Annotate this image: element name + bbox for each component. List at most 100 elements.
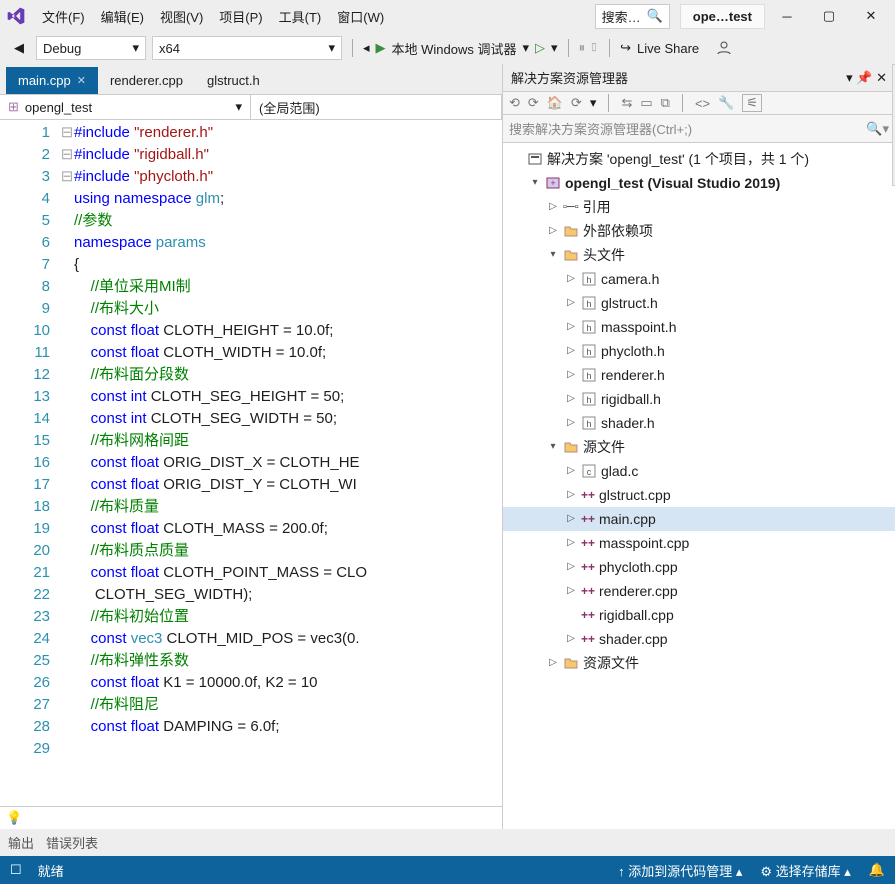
window-title: ope…test bbox=[680, 4, 765, 29]
start-debug-button[interactable]: ▶ bbox=[376, 40, 386, 56]
tree-item-renderer-h[interactable]: ▷hrenderer.h bbox=[503, 363, 895, 387]
code-icon[interactable]: <> bbox=[695, 96, 710, 111]
feedback-icon[interactable]: ☐ bbox=[10, 862, 22, 878]
menu-视图[interactable]: 视图(V) bbox=[152, 6, 211, 29]
svg-text:h: h bbox=[586, 275, 591, 285]
svg-text:h: h bbox=[586, 323, 591, 333]
back-icon[interactable]: ⟲ bbox=[509, 95, 520, 111]
config-combo[interactable]: Debug▾ bbox=[36, 36, 146, 60]
editor-panel: main.cpp✕renderer.cppglstruct.h ⊞opengl_… bbox=[0, 64, 502, 829]
svg-text:h: h bbox=[586, 419, 591, 429]
bottom-tab-错误列表[interactable]: 错误列表 bbox=[46, 833, 98, 852]
tree-item--[interactable]: ▷▫─▫引用 bbox=[503, 195, 895, 219]
scope-label: (全局范围) bbox=[259, 98, 320, 117]
sync-icon[interactable]: ⟳ bbox=[571, 95, 582, 111]
refresh-icon[interactable]: ⧉ bbox=[661, 95, 670, 111]
pin-icon[interactable]: 📌 bbox=[856, 70, 872, 86]
tab-main-cpp[interactable]: main.cpp✕ bbox=[6, 67, 98, 94]
platform-label: x64 bbox=[159, 41, 180, 56]
tree-item-phycloth-h[interactable]: ▷hphycloth.h bbox=[503, 339, 895, 363]
tree-icon bbox=[563, 247, 579, 263]
nav-back-icon[interactable]: ◀ bbox=[8, 40, 30, 56]
close-button[interactable]: ✕ bbox=[851, 0, 891, 32]
nav-prev-icon[interactable]: ◂ bbox=[363, 40, 370, 56]
wrench-icon[interactable]: 🔧 bbox=[718, 95, 734, 111]
tree-item-renderer-cpp[interactable]: ▷++renderer.cpp bbox=[503, 579, 895, 603]
solution-search[interactable]: 搜索解决方案资源管理器(Ctrl+;) 🔍▾ bbox=[503, 115, 895, 143]
bottom-tool-tabs: 输出错误列表 bbox=[0, 829, 895, 856]
tree-item-opengl_test-Visual-Studio-2019-[interactable]: ▾+opengl_test (Visual Studio 2019) bbox=[503, 171, 895, 195]
platform-combo[interactable]: x64▾ bbox=[152, 36, 342, 60]
solution-tree[interactable]: 解决方案 'opengl_test' (1 个项目，共 1 个)▾+opengl… bbox=[503, 143, 895, 829]
tree-icon: h bbox=[581, 295, 597, 311]
show-all-icon[interactable]: ▭ bbox=[640, 95, 652, 111]
tree-icon: ++ bbox=[581, 628, 595, 650]
code-editor[interactable]: 1234567891011121314151617181920212223242… bbox=[0, 120, 502, 806]
minimize-button[interactable]: ─ bbox=[767, 0, 807, 32]
search-icon: 🔍 bbox=[647, 8, 663, 24]
global-search[interactable]: 搜索… 🔍 bbox=[595, 4, 670, 29]
tree-item-masspoint-h[interactable]: ▷hmasspoint.h bbox=[503, 315, 895, 339]
account-icon[interactable] bbox=[715, 39, 733, 57]
line-number-gutter: 1234567891011121314151617181920212223242… bbox=[0, 120, 60, 806]
collapse-icon[interactable]: ⇆ bbox=[621, 95, 632, 111]
tree-item--[interactable]: ▷外部依赖项 bbox=[503, 219, 895, 243]
tree-item-camera-h[interactable]: ▷hcamera.h bbox=[503, 267, 895, 291]
debugger-label[interactable]: 本地 Windows 调试器 bbox=[392, 39, 517, 58]
tree-item-glstruct-cpp[interactable]: ▷++glstruct.cpp bbox=[503, 483, 895, 507]
scope-combo-project[interactable]: ⊞opengl_test▾ bbox=[0, 95, 251, 119]
svg-text:h: h bbox=[586, 347, 591, 357]
tree-item-glstruct-h[interactable]: ▷hglstruct.h bbox=[503, 291, 895, 315]
tree-item--[interactable]: ▾头文件 bbox=[503, 243, 895, 267]
tree-item-rigidball-h[interactable]: ▷hrigidball.h bbox=[503, 387, 895, 411]
tree-icon: h bbox=[581, 415, 597, 431]
liveshare-icon[interactable]: ↪ bbox=[620, 40, 631, 56]
properties-icon[interactable]: ⚟ bbox=[742, 94, 762, 112]
tree-item-glad-c[interactable]: ▷cglad.c bbox=[503, 459, 895, 483]
tree-item-main-cpp[interactable]: ▷++main.cpp bbox=[503, 507, 895, 531]
scope-project-label: opengl_test bbox=[25, 100, 92, 115]
menu-编辑[interactable]: 编辑(E) bbox=[93, 6, 152, 29]
menu-项目[interactable]: 项目(P) bbox=[211, 6, 270, 29]
menu-文件[interactable]: 文件(F) bbox=[34, 6, 93, 29]
tree-icon bbox=[563, 655, 579, 671]
menu-窗口[interactable]: 窗口(W) bbox=[329, 6, 392, 29]
repo-select-button[interactable]: ⚙ 选择存储库 ▴ bbox=[760, 861, 850, 880]
tree-icon bbox=[527, 151, 543, 167]
dropdown-icon[interactable]: ▾ bbox=[846, 70, 853, 86]
tree-item-phycloth-cpp[interactable]: ▷++phycloth.cpp bbox=[503, 555, 895, 579]
tree-icon: ++ bbox=[581, 604, 595, 626]
code-content[interactable]: #include "renderer.h"#include "rigidball… bbox=[74, 120, 502, 806]
source-control-button[interactable]: ↑ 添加到源代码管理 ▴ bbox=[618, 861, 742, 880]
tree-item-masspoint-cpp[interactable]: ▷++masspoint.cpp bbox=[503, 531, 895, 555]
maximize-button[interactable]: ▢ bbox=[809, 0, 849, 32]
solution-explorer: 解决方案资源管理器 ▾ 📌 ✕ ⟲ ⟳ 🏠 ⟳▾ ⇆ ▭ ⧉ <> 🔧 ⚟ 搜索… bbox=[502, 64, 895, 829]
tree-item--[interactable]: ▾源文件 bbox=[503, 435, 895, 459]
close-tab-icon[interactable]: ✕ bbox=[77, 74, 86, 87]
scope-combo-scope[interactable]: (全局范围) bbox=[251, 95, 502, 119]
tree-icon bbox=[563, 223, 579, 239]
lightbulb-icon[interactable]: 💡 bbox=[6, 810, 22, 826]
tab-glstruct-h[interactable]: glstruct.h bbox=[195, 67, 272, 94]
tree-item--[interactable]: ▷资源文件 bbox=[503, 651, 895, 675]
tree-item--opengl_test-1-1-[interactable]: 解决方案 'opengl_test' (1 个项目，共 1 个) bbox=[503, 147, 895, 171]
tree-item-shader-h[interactable]: ▷hshader.h bbox=[503, 411, 895, 435]
solution-toolbar: ⟲ ⟳ 🏠 ⟳▾ ⇆ ▭ ⧉ <> 🔧 ⚟ bbox=[503, 92, 895, 115]
editor-tabbar: main.cpp✕renderer.cppglstruct.h bbox=[0, 64, 502, 94]
tree-icon: h bbox=[581, 319, 597, 335]
home-icon[interactable]: 🏠 bbox=[547, 95, 563, 111]
close-panel-icon[interactable]: ✕ bbox=[876, 70, 887, 86]
tree-icon: ++ bbox=[581, 484, 595, 506]
svg-text:h: h bbox=[586, 371, 591, 381]
menu-工具[interactable]: 工具(T) bbox=[271, 6, 330, 29]
fold-gutter[interactable]: ⊟ ⊟ ⊟ bbox=[60, 120, 74, 806]
tab-renderer-cpp[interactable]: renderer.cpp bbox=[98, 67, 195, 94]
liveshare-label[interactable]: Live Share bbox=[637, 41, 699, 56]
tree-item-shader-cpp[interactable]: ▷++shader.cpp bbox=[503, 627, 895, 651]
step-icon[interactable]: ⏸ ▯ bbox=[579, 40, 600, 56]
tree-item-rigidball-cpp[interactable]: ++rigidball.cpp bbox=[503, 603, 895, 627]
start-no-debug-button[interactable]: ▷ bbox=[535, 40, 545, 56]
notifications-icon[interactable]: 🔔 bbox=[869, 862, 885, 878]
forward-icon[interactable]: ⟳ bbox=[528, 95, 539, 111]
bottom-tab-输出[interactable]: 输出 bbox=[8, 833, 34, 852]
